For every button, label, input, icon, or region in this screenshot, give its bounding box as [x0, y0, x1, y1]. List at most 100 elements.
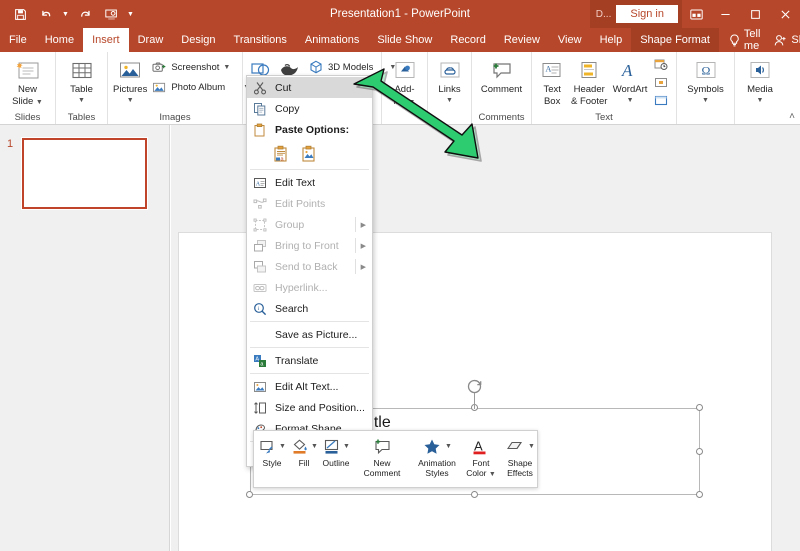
add-ins-button[interactable]: Add- ins ▼ — [386, 55, 423, 108]
wordart-button[interactable]: A WordArt ▼ — [610, 55, 650, 106]
chevron-down-icon[interactable]: ▼ — [408, 99, 415, 106]
text-box-button[interactable]: A Text Box — [536, 55, 568, 107]
chevron-down-icon[interactable]: ▼ — [127, 95, 134, 106]
new-slide-label-1: New — [17, 84, 37, 95]
redo-icon[interactable] — [73, 3, 97, 25]
ribbon-group-media: Media ▼ — [735, 52, 785, 124]
context-menu-item-size-and-position[interactable]: Size and Position... — [247, 397, 372, 418]
chevron-down-icon[interactable]: ▼ — [223, 64, 230, 71]
comment-button[interactable]: Comment — [476, 55, 527, 95]
media-button[interactable]: Media ▼ — [739, 55, 781, 106]
table-button[interactable]: Table ▼ — [60, 55, 103, 106]
chevron-down-icon[interactable]: ▼ — [343, 442, 350, 452]
alt-text-icon — [249, 378, 271, 396]
mini-shape-effects-button[interactable]: ▼ Shape Effects — [500, 434, 540, 484]
context-menu-item-search[interactable]: i Search — [247, 298, 372, 319]
context-menu[interactable]: Cut Copy Paste Options: a A Edit Text Ed… — [246, 75, 373, 467]
edit-points-icon — [249, 195, 271, 213]
tab-bar-right: Tell me Share — [719, 28, 800, 52]
slide-thumbnail-1[interactable] — [22, 138, 147, 209]
context-menu-item-cut[interactable]: Cut — [247, 77, 372, 98]
maximize-button[interactable] — [740, 0, 770, 28]
minimize-button[interactable] — [710, 0, 740, 28]
sign-in-button[interactable]: Sign in — [616, 5, 678, 23]
chevron-down-icon[interactable]: ▼ — [627, 95, 634, 106]
shape-style-icon: ▼ — [258, 436, 286, 458]
close-button[interactable] — [770, 0, 800, 28]
context-menu-item-translate[interactable]: Aa Translate — [247, 350, 372, 371]
collapse-ribbon-button[interactable]: ˄ — [789, 111, 795, 122]
tab-transitions[interactable]: Transitions — [225, 28, 296, 52]
screenshot-button[interactable]: Screenshot ▼ — [148, 57, 253, 77]
tab-help[interactable]: Help — [591, 28, 632, 52]
chevron-down-icon[interactable]: ▼ — [702, 95, 709, 106]
context-menu-item-save-as-picture[interactable]: Save as Picture... — [247, 324, 372, 345]
undo-icon[interactable] — [34, 3, 58, 25]
chevron-down-icon[interactable]: ▼ — [445, 442, 452, 452]
chevron-down-icon[interactable]: ▼ — [36, 99, 43, 106]
tab-slide-show[interactable]: Slide Show — [368, 28, 441, 52]
tab-design[interactable]: Design — [172, 28, 224, 52]
paste-picture-icon[interactable] — [301, 145, 318, 163]
chevron-down-icon[interactable]: ▼ — [311, 442, 318, 452]
tab-draw[interactable]: Draw — [129, 28, 173, 52]
ribbon-display-options-icon[interactable] — [682, 0, 710, 28]
tell-me-button[interactable]: Tell me — [719, 28, 771, 52]
date-and-time-button[interactable] — [650, 56, 672, 73]
mini-font-color-button[interactable]: A Font Color ▼ — [462, 434, 500, 484]
shape-fill-icon: ▼ — [290, 436, 318, 458]
tab-record[interactable]: Record — [441, 28, 494, 52]
chevron-down-icon[interactable]: ▼ — [489, 471, 496, 478]
svg-text:Ω: Ω — [701, 64, 710, 78]
context-menu-item-edit-alt-text[interactable]: Edit Alt Text... — [247, 376, 372, 397]
tab-file[interactable]: File — [0, 28, 36, 52]
resize-handle-bottom-right[interactable] — [696, 491, 703, 498]
links-button[interactable]: Links ▼ — [432, 55, 467, 106]
context-menu-item-edit-text[interactable]: A Edit Text — [247, 172, 372, 193]
tab-view[interactable]: View — [549, 28, 591, 52]
mini-animation-styles-button[interactable]: ▼ Animation Styles — [412, 434, 462, 484]
chevron-down-icon[interactable]: ▼ — [78, 95, 85, 106]
font-color-icon: A — [471, 436, 491, 458]
share-button[interactable]: Share — [770, 34, 800, 47]
chevron-down-icon[interactable]: ▼ — [757, 95, 764, 106]
mini-style-button[interactable]: ▼ Style — [256, 434, 288, 484]
symbols-button[interactable]: Ω Symbols ▼ — [681, 55, 730, 106]
chevron-down-icon[interactable]: ▼ — [279, 442, 286, 452]
links-label: Links — [438, 84, 461, 95]
start-from-beginning-icon[interactable] — [99, 3, 123, 25]
new-slide-button[interactable]: New Slide ▼ — [4, 55, 51, 108]
slides-thumbnail-pane[interactable]: 1 — [0, 125, 170, 551]
undo-dropdown-icon[interactable]: ▼ — [60, 3, 71, 25]
mini-fill-label-1: Fill — [298, 458, 310, 468]
resize-handle-bottom-left[interactable] — [246, 491, 253, 498]
mini-new-comment-button[interactable]: New Comment — [360, 434, 404, 484]
paste-keep-text-icon[interactable]: a — [273, 145, 290, 163]
chevron-down-icon[interactable]: ▼ — [446, 95, 453, 106]
new-slide-icon — [15, 57, 41, 83]
resize-handle-middle-right[interactable] — [696, 448, 703, 455]
save-icon[interactable] — [8, 3, 32, 25]
add-ins-label-1: Add- — [394, 84, 415, 95]
slide-number-button[interactable] — [650, 74, 672, 91]
mini-floating-toolbar[interactable]: ▼ Style ▼ Fill ▼ Outline New Comment ▼ A… — [253, 430, 538, 488]
object-button[interactable] — [650, 92, 672, 109]
pictures-button[interactable]: Pictures ▼ — [112, 55, 148, 106]
3d-models-icon — [308, 59, 324, 75]
tab-insert[interactable]: Insert — [83, 28, 129, 52]
mini-fill-button[interactable]: ▼ Fill — [288, 434, 320, 484]
rotate-handle-icon[interactable] — [466, 378, 483, 395]
header-footer-button[interactable]: Header & Footer — [568, 55, 610, 107]
context-menu-label-bring-to-front: Bring to Front — [275, 239, 339, 252]
tab-animations[interactable]: Animations — [296, 28, 368, 52]
mini-outline-button[interactable]: ▼ Outline — [320, 434, 352, 484]
resize-handle-bottom-center[interactable] — [471, 491, 478, 498]
tab-review[interactable]: Review — [495, 28, 549, 52]
context-menu-item-copy[interactable]: Copy — [247, 98, 372, 119]
resize-handle-top-right[interactable] — [696, 404, 703, 411]
tab-shape-format[interactable]: Shape Format — [631, 28, 719, 52]
customize-quick-access-toolbar-icon[interactable]: ▼ — [125, 3, 136, 25]
photo-album-button[interactable]: Photo Album ▼ — [148, 77, 253, 97]
chevron-down-icon[interactable]: ▼ — [528, 442, 535, 452]
tab-home[interactable]: Home — [36, 28, 83, 52]
